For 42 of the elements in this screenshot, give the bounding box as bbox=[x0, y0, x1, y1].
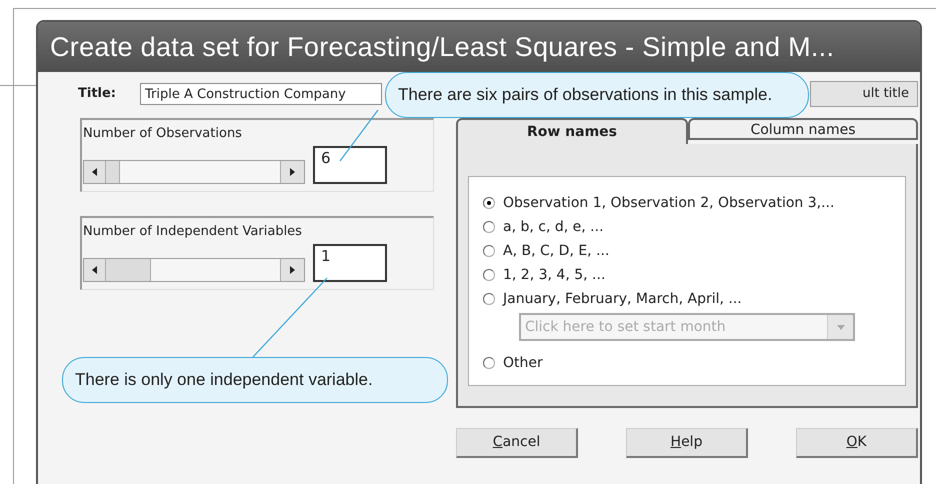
leader-line bbox=[340, 110, 378, 162]
radio-label: a, b, c, d, e, ... bbox=[503, 218, 604, 236]
radio-button[interactable] bbox=[483, 269, 495, 281]
radio-label: January, February, March, April, ... bbox=[503, 290, 742, 308]
tab[interactable]: Row names bbox=[456, 118, 688, 144]
scroll-right-button[interactable] bbox=[280, 258, 304, 280]
dropdown-placeholder: Click here to set start month bbox=[524, 318, 727, 337]
radio-label: 1, 2, 3, 4, 5, ... bbox=[503, 266, 606, 284]
radio-button[interactable] bbox=[483, 293, 495, 305]
scroll-left-button[interactable] bbox=[84, 258, 106, 280]
dropdown-caret-icon bbox=[827, 315, 853, 339]
dialog-button[interactable]: Cancel bbox=[456, 428, 578, 458]
right-arrow-icon bbox=[290, 168, 295, 176]
scroll-right-button[interactable] bbox=[280, 160, 304, 182]
title-label: Title: bbox=[78, 85, 118, 104]
value-input[interactable]: 1 bbox=[313, 244, 387, 282]
scroll-left-button[interactable] bbox=[84, 160, 106, 182]
tab[interactable]: Column names bbox=[688, 118, 918, 140]
radio-label: A, B, C, D, E, ... bbox=[503, 242, 610, 260]
left-arrow-icon bbox=[92, 168, 97, 176]
radio-button[interactable] bbox=[483, 245, 495, 257]
group-label: Number of Independent Variables bbox=[83, 223, 303, 241]
radio-button[interactable] bbox=[483, 197, 495, 209]
radio-label: Other bbox=[503, 354, 543, 372]
radio-button[interactable] bbox=[483, 221, 495, 233]
value-input[interactable]: 6 bbox=[313, 146, 387, 184]
scroll-slider[interactable] bbox=[83, 160, 305, 184]
scroll-slider[interactable] bbox=[83, 258, 305, 282]
title-input[interactable]: Triple A Construction Company bbox=[140, 83, 382, 105]
default-title-button[interactable]: ult title bbox=[810, 81, 918, 107]
slider-thumb[interactable] bbox=[106, 160, 120, 182]
left-arrow-icon bbox=[92, 266, 97, 274]
radio-label: Observation 1, Observation 2, Observation 3,... bbox=[503, 194, 834, 212]
window-title: Create data set for Forecasting/Least Squares - Simple and M... bbox=[38, 22, 920, 72]
right-arrow-icon bbox=[290, 266, 295, 274]
group-label: Number of Observations bbox=[83, 125, 243, 143]
dialog-button[interactable]: OK bbox=[796, 428, 918, 458]
radio-button[interactable] bbox=[483, 357, 495, 369]
callout-bubble: There are six pairs of observations in this sample. bbox=[385, 72, 809, 118]
callout-bubble: There is only one independent variable. bbox=[62, 357, 448, 403]
slider-thumb[interactable] bbox=[106, 258, 152, 280]
dialog-button[interactable]: Help bbox=[626, 428, 748, 458]
